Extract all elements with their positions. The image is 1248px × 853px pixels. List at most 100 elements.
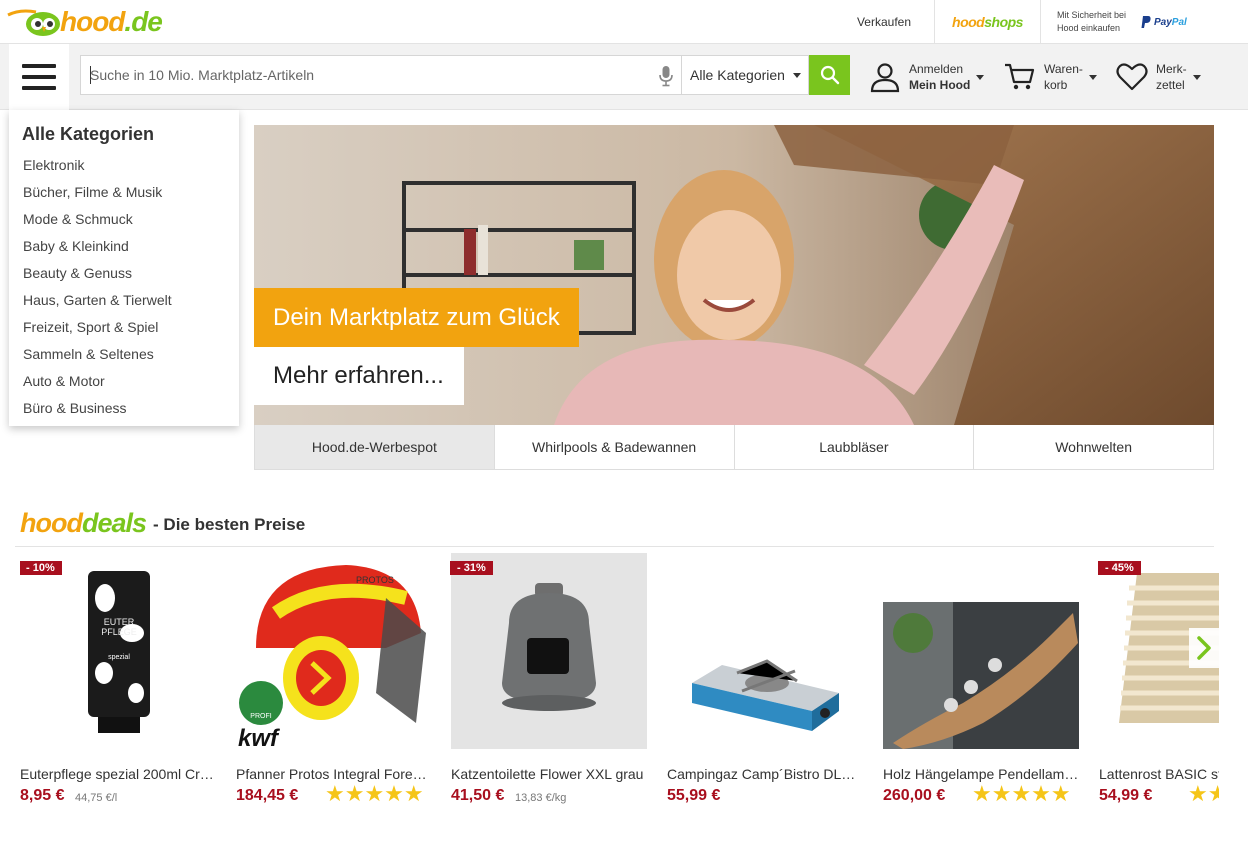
chevron-down-icon — [1088, 74, 1097, 80]
search-input[interactable] — [81, 56, 641, 94]
product-image[interactable]: PROTOS PROFI kwf — [236, 553, 432, 749]
hero-banner[interactable]: Dein Marktplatz zum Glück Mehr erfahren.… — [254, 125, 1214, 425]
unit-price: 13,83 €/kg — [515, 792, 567, 804]
owl-logo-icon — [7, 9, 60, 36]
wishlist-label: Merk- zettel — [1156, 61, 1187, 93]
product-title[interactable]: Holz Hängelampe Pendellampe — [883, 766, 1079, 782]
category-beauty[interactable]: Beauty & Genuss — [22, 265, 239, 292]
product-card[interactable]: - 31% Katzentoilette Flower XXL grau 41,… — [450, 553, 647, 813]
category-elektronik[interactable]: Elektronik — [22, 157, 239, 184]
product-price: 41,50 € — [451, 787, 505, 804]
category-mode[interactable]: Mode & Schmuck — [22, 211, 239, 238]
product-title[interactable]: Lattenrost BASIC starr — [1099, 766, 1219, 782]
product-price: 55,99 € — [667, 787, 721, 804]
logo-wordmark: hood.de — [60, 6, 163, 37]
text-cursor — [90, 66, 91, 84]
carousel-next-button[interactable] — [1189, 628, 1219, 668]
product-title[interactable]: Euterpflege spezial 200ml Creme — [20, 766, 216, 782]
product-card[interactable]: PROTOS PROFI kwf Pfanner Protos Integral… — [236, 553, 432, 813]
hood-logo[interactable]: hood.de — [6, 4, 163, 40]
wishlist-button[interactable]: Merk- zettel — [1116, 60, 1201, 94]
search-icon — [820, 65, 839, 85]
category-menu: Alle Kategorien Elektronik Bücher, Filme… — [9, 110, 239, 426]
tab-wohnwelten[interactable]: Wohnwelten — [973, 425, 1213, 469]
product-card[interactable]: Holz Hängelampe Pendellampe 260,00 € ★★★… — [883, 553, 1079, 813]
helmet-image: PROTOS PROFI kwf — [238, 565, 426, 749]
product-title[interactable]: Pfanner Protos Integral Forest Helm — [236, 766, 432, 782]
search-bar: Alle Kategorien — [80, 55, 850, 95]
product-image[interactable] — [667, 553, 863, 749]
tab-werbespot[interactable]: Hood.de-Werbespot — [255, 425, 494, 469]
tab-whirlpools[interactable]: Whirlpools & Badewannen — [493, 425, 734, 469]
hero-title: Dein Marktplatz zum Glück — [254, 288, 579, 347]
cart-label-line1: Waren- — [1044, 62, 1083, 76]
product-title[interactable]: Katzentoilette Flower XXL grau — [451, 766, 647, 782]
tab-laubblaeser[interactable]: Laubbläser — [733, 425, 974, 469]
product-image[interactable]: EUTER PFLEGE spezial — [20, 553, 216, 749]
category-haus[interactable]: Haus, Garten & Tierwelt — [22, 292, 239, 319]
pendant-lamp-image — [883, 602, 1079, 749]
product-card[interactable]: - 10% EUTER PFLEGE spezial Euterpflege s… — [20, 553, 216, 813]
product-image[interactable] — [451, 553, 647, 749]
product-carousel: - 10% EUTER PFLEGE spezial Euterpflege s… — [20, 553, 1219, 813]
category-buero[interactable]: Büro & Business — [22, 400, 239, 427]
category-freizeit[interactable]: Freizeit, Sport & Spiel — [22, 319, 239, 346]
sell-link[interactable]: Verkaufen — [836, 0, 932, 44]
product-title[interactable]: Campingaz Camp´Bistro DLX Kocher — [667, 766, 863, 782]
hamburger-icon — [22, 64, 56, 68]
product-image[interactable] — [883, 553, 1079, 749]
discount-badge: - 45% — [1098, 561, 1141, 575]
hamburger-icon-line — [22, 75, 56, 79]
category-baby[interactable]: Baby & Kleinkind — [22, 238, 239, 265]
profi-text: PROFI — [250, 713, 271, 720]
product-price: 184,45 € — [236, 787, 299, 804]
category-select[interactable]: Alle Kategorien — [681, 55, 809, 95]
search-box — [80, 55, 681, 95]
menu-button[interactable] — [9, 44, 69, 110]
product-price: 54,99 € — [1099, 787, 1153, 804]
category-auto[interactable]: Auto & Motor — [22, 373, 239, 400]
tube-label-line1: EUTER — [104, 617, 135, 627]
helmet-brand-text: PROTOS — [356, 575, 394, 585]
main-header: Alle Kategorien Anmelden Mein Hood Waren… — [0, 44, 1248, 110]
gas-stove-image — [692, 659, 839, 731]
product-price: 260,00 € — [883, 787, 946, 804]
category-sammeln[interactable]: Sammeln & Seltenes — [22, 346, 239, 373]
deals-heading: hooddeals - Die besten Preise — [20, 505, 305, 541]
category-buecher[interactable]: Bücher, Filme & Musik — [22, 184, 239, 211]
paypal-info: Mit Sicherheit bei Hood einkaufen Pay Pal — [1041, 0, 1211, 44]
paypal-text: Mit Sicherheit bei Hood einkaufen — [1057, 10, 1127, 33]
cat-toilet-image — [502, 583, 596, 711]
wishlist-label-line2: zettel — [1156, 78, 1185, 92]
kwf-logo-text: kwf — [238, 725, 280, 749]
chevron-down-icon — [976, 74, 985, 80]
cart-label: Waren- korb — [1044, 61, 1083, 93]
product-card[interactable]: Campingaz Camp´Bistro DLX Kocher 55,99 € — [667, 553, 863, 813]
search-button[interactable] — [809, 55, 850, 95]
chevron-right-icon — [1197, 636, 1211, 660]
rating-stars: ★★★★★ — [972, 781, 1071, 806]
hoodshops-link[interactable]: hood shops — [934, 0, 1041, 44]
tube-label-line2: PFLEGE — [101, 627, 137, 637]
hero-more-button[interactable]: Mehr erfahren... — [254, 347, 464, 405]
discount-badge: - 10% — [20, 561, 62, 575]
product-card[interactable]: - 45% Lattenrost BASIC starr 54,99 € ★★ — [1098, 553, 1219, 813]
unit-price: 44,75 €/l — [75, 792, 118, 804]
tube-label-line3: spezial — [108, 654, 130, 661]
my-hood-text: Mein Hood — [909, 78, 971, 92]
cart-button[interactable]: Waren- korb — [1004, 60, 1097, 94]
hamburger-icon-line — [22, 86, 56, 90]
product-price: 8,95 € — [20, 787, 65, 804]
category-menu-title: Alle Kategorien — [22, 124, 155, 144]
paypal-icon — [1141, 16, 1151, 28]
cream-tube-image: EUTER PFLEGE spezial — [88, 571, 150, 733]
deals-subtitle: - Die besten Preise — [153, 515, 306, 534]
cart-icon — [1005, 63, 1035, 90]
user-icon — [870, 63, 900, 93]
rating-stars: ★★★★★ — [325, 781, 424, 806]
microphone-icon[interactable] — [659, 65, 673, 87]
account-menu[interactable]: Anmelden Mein Hood — [869, 60, 985, 94]
top-bar: hood.de Verkaufen hood shops Mit Sicherhe… — [0, 0, 1248, 44]
login-text: Anmelden — [909, 62, 964, 76]
rating-stars: ★★ — [1188, 781, 1219, 806]
